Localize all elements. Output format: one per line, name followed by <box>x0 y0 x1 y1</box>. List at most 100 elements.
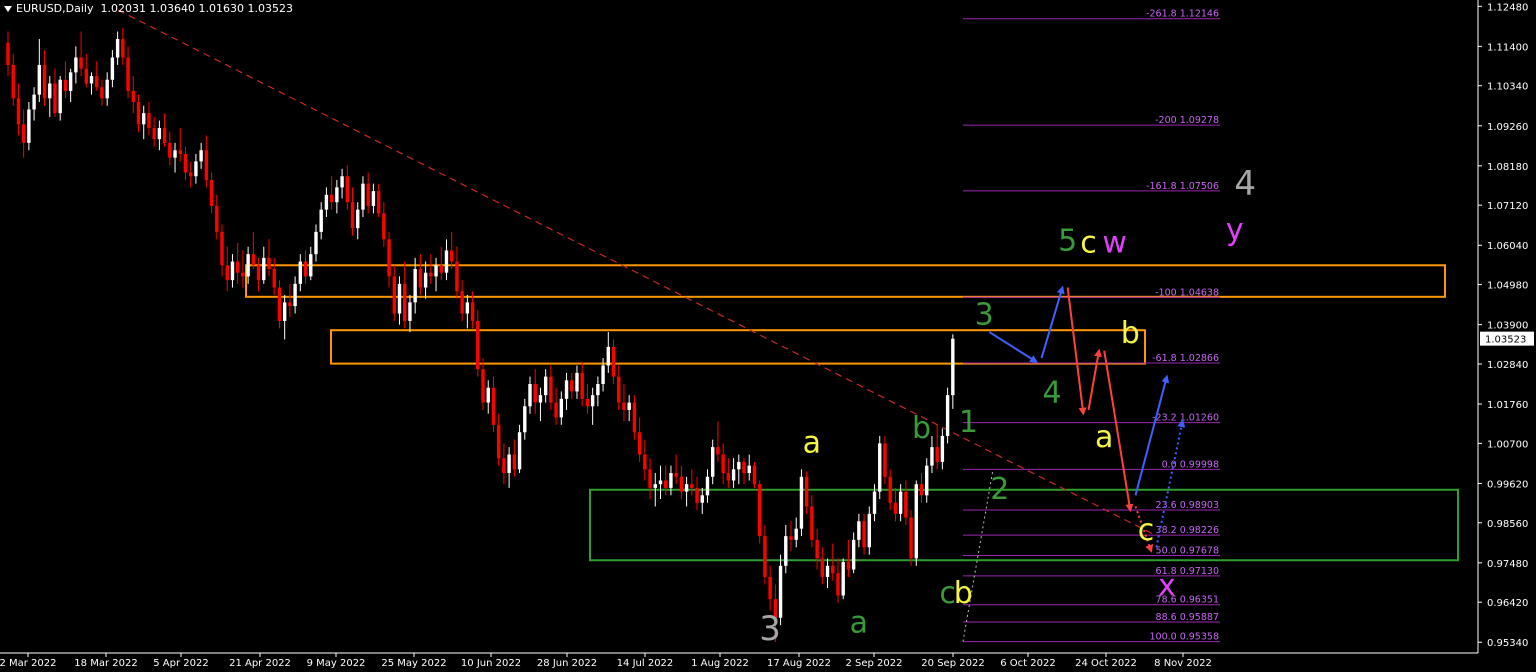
chart-background <box>0 0 1536 672</box>
candle-body <box>815 539 819 559</box>
wave-label-green: 1 <box>959 405 978 440</box>
wave-label-magenta: w <box>1102 225 1127 260</box>
candle-body <box>940 435 945 462</box>
candle-body <box>742 461 746 474</box>
candle <box>757 480 762 544</box>
candle-body <box>836 573 840 596</box>
candle-body <box>711 447 715 477</box>
candle-body <box>570 380 574 392</box>
wave-label-magenta: y <box>1226 212 1244 247</box>
candle-body <box>361 183 365 210</box>
candle-body <box>16 98 21 125</box>
price-tick-label: 0.99620 <box>1487 479 1528 490</box>
wave-label-magenta: x <box>1158 568 1176 603</box>
candle-body <box>350 202 355 229</box>
candle <box>752 461 757 488</box>
candle-body <box>262 257 266 281</box>
price-tick-label: 1.02840 <box>1487 360 1528 371</box>
candle-body <box>465 302 470 314</box>
candle-body <box>726 473 731 481</box>
candle-body <box>267 257 271 269</box>
time-tick-label: 10 Jun 2022 <box>461 658 521 669</box>
candle-body <box>397 283 402 314</box>
candle-body <box>559 398 564 418</box>
candle-body <box>246 254 250 277</box>
candle-body <box>382 213 386 240</box>
candle-body <box>643 454 647 470</box>
candle-body <box>481 369 485 403</box>
candle-body <box>32 94 36 110</box>
time-tick-label: 6 Oct 2022 <box>1000 658 1055 669</box>
candle-body <box>784 536 788 566</box>
candle-body <box>632 402 637 433</box>
candle-body <box>617 376 621 403</box>
chart-header[interactable]: EURUSD,Daily 1.02031 1.03640 1.01630 1.0… <box>4 2 293 15</box>
candle-body <box>168 142 172 158</box>
candle-body <box>439 265 443 273</box>
candle <box>878 435 882 500</box>
candle-body <box>502 458 506 474</box>
candle-body <box>423 272 428 288</box>
candle-body <box>653 484 657 488</box>
candle-body <box>799 476 804 529</box>
candle-body <box>512 454 517 470</box>
candle-body <box>209 179 214 206</box>
price-tick-label: 1.10340 <box>1487 82 1528 93</box>
candle-body <box>288 302 292 307</box>
candle-body <box>319 209 323 232</box>
candle-body <box>679 476 684 492</box>
fib-level-label: 88.6 0.95887 <box>1156 612 1219 623</box>
candle-body <box>110 57 115 80</box>
fib-level-label: -161.8 1.07506 <box>1146 181 1219 192</box>
price-tick-label: 1.01760 <box>1487 400 1528 411</box>
candle-body <box>27 109 31 143</box>
candle-body <box>450 250 454 262</box>
candle-body <box>930 447 934 466</box>
candle-body <box>721 454 725 474</box>
candle-body <box>935 447 939 462</box>
candle-body <box>596 384 600 396</box>
candle-body <box>178 150 182 154</box>
candle-body <box>590 395 595 407</box>
wave-label-gray: 3 <box>759 609 781 649</box>
candle-body <box>189 172 193 177</box>
candle-body <box>705 476 710 496</box>
candle-body <box>340 176 344 188</box>
time-tick-label: 2 Mar 2022 <box>0 658 57 669</box>
wave-label-green: 2 <box>990 472 1009 507</box>
wave-label-yellow: c <box>1138 513 1155 548</box>
wave-label-green: b <box>912 411 931 446</box>
time-tick-label: 5 Apr 2022 <box>153 658 208 669</box>
candle-body <box>403 283 407 321</box>
candle-body <box>575 372 579 392</box>
time-tick-label: 9 May 2022 <box>307 658 366 669</box>
candle-body <box>152 128 156 140</box>
price-chart[interactable]: -261.8 1.12146 -200 1.09278 -161.8 1.07506… <box>0 0 1536 672</box>
candle-body <box>204 150 209 180</box>
fib-level-label: -100 1.04638 <box>1155 287 1219 298</box>
price-tick-label: 1.08180 <box>1487 162 1528 173</box>
time-tick-label: 17 Aug 2022 <box>767 658 831 669</box>
wave-label-gray: 4 <box>1234 164 1256 204</box>
candle-body <box>147 113 151 129</box>
fib-level-label: 100.0 0.95358 <box>1149 632 1219 643</box>
price-tick-label: 0.98560 <box>1487 519 1528 530</box>
candle-body <box>888 476 892 503</box>
price-tick-label: 0.97480 <box>1487 559 1528 570</box>
candle-body <box>496 424 501 459</box>
candle-body <box>455 261 459 292</box>
candle-body <box>601 365 605 385</box>
candle-body <box>429 272 433 277</box>
wave-label-green: 3 <box>975 298 994 333</box>
candle-body <box>371 191 376 206</box>
candle-body <box>324 194 329 210</box>
dropdown-triangle-icon[interactable] <box>4 6 12 12</box>
wave-label-green: 5 <box>1058 223 1077 258</box>
fib-level-label: 50.0 0.97678 <box>1156 545 1219 556</box>
wave-label-yellow: b <box>954 576 973 611</box>
time-tick-label: 14 Jul 2022 <box>617 658 674 669</box>
wave-label-yellow: b <box>1121 316 1140 351</box>
candle-body <box>6 42 10 65</box>
candle-body <box>251 254 256 266</box>
time-tick-label: 2 Sep 2022 <box>845 658 902 669</box>
